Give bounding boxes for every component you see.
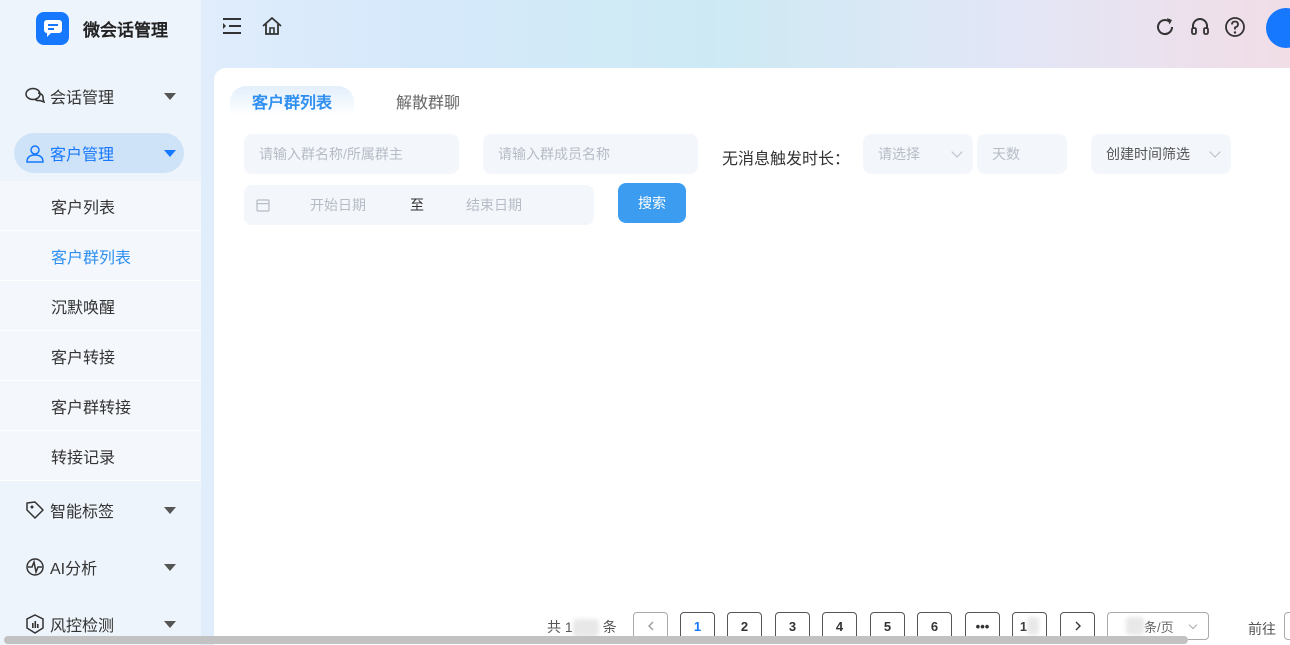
create-time-filter-label: 创建时间筛选 [1106,146,1190,162]
ai-analysis-icon [24,556,46,578]
menu-customer-management[interactable]: 客户管理 [14,133,184,173]
member-name-input[interactable]: 请输入群成员名称 [483,134,698,174]
duration-select[interactable]: 请选择 [863,134,973,174]
date-range-separator: 至 [410,197,424,213]
caret-down-icon [164,563,176,571]
page-size-label: 条/页 [1144,619,1174,635]
topbar-right [1153,15,1258,39]
select-placeholder: 请选择 [878,146,920,162]
menu-label: 客户管理 [50,147,115,164]
headset-icon[interactable] [1188,15,1212,39]
menu-smart-tags[interactable]: 智能标签 [14,490,184,530]
goto-page-input[interactable] [1284,612,1290,640]
horizontal-scrollbar[interactable] [4,636,1188,644]
tab-customer-group-list[interactable]: 客户群列表 [230,86,355,116]
caret-down-icon [164,506,176,514]
tab-disband-group[interactable]: 解散群聊 [374,86,482,116]
menu-label: 会话管理 [50,90,115,107]
main-panel: 客户群列表 解散群聊 请输入群名称/所属群主 请输入群成员名称 无消息触发时长：… [214,68,1290,645]
brand: 微会话管理 [36,10,168,46]
refresh-icon[interactable] [1153,15,1177,39]
user-icon [24,142,46,164]
submenu-group-transfer[interactable]: 客户群转接 [0,381,201,431]
menu-label: 风控检测 [50,618,115,635]
customer-submenu: 客户列表 客户群列表 沉默唤醒 客户转接 客户群转接 转接记录 [0,181,201,481]
brand-logo-icon [36,11,69,45]
home-icon[interactable] [260,14,284,38]
group-name-input[interactable]: 请输入群名称/所属群主 [244,134,459,174]
calendar-icon [256,198,270,212]
app-title: 微会话管理 [83,20,168,40]
search-button[interactable]: 搜索 [618,183,686,223]
chevron-down-icon [1188,620,1198,630]
tag-icon [24,499,46,521]
chevron-down-icon [1209,146,1221,158]
blurred-page-size [1126,617,1144,635]
submenu-customer-list[interactable]: 客户列表 [0,181,201,231]
no-message-duration-label: 无消息触发时长： [722,151,851,168]
menu-label: 智能标签 [50,504,115,521]
total-suffix: 条 [602,619,617,635]
caret-down-icon [164,149,176,157]
menu-collapse-icon[interactable] [220,14,244,38]
last-page-label: 1 [1019,618,1028,634]
avatar[interactable] [1266,8,1290,48]
topbar-left [220,14,300,38]
menu-label: AI分析 [50,561,98,578]
sidebar: 微会话管理 会话管理 客户管理 客户列表 客户群列表 沉默唤醒 客户转接 客户群… [0,0,201,645]
shield-icon [24,613,46,635]
create-time-filter-select[interactable]: 创建时间筛选 [1091,134,1231,174]
caret-down-icon [164,620,176,628]
submenu-transfer-records[interactable]: 转接记录 [0,431,201,481]
date-range-picker[interactable]: 开始日期 至 结束日期 [244,185,594,225]
submenu-silent-wakeup[interactable]: 沉默唤醒 [0,281,201,331]
total-prefix: 共 1 [547,619,573,635]
submenu-customer-group-list[interactable]: 客户群列表 [0,231,201,281]
submenu-customer-transfer[interactable]: 客户转接 [0,331,201,381]
end-date-input[interactable]: 结束日期 [466,195,522,215]
start-date-input[interactable]: 开始日期 [310,195,366,215]
help-icon[interactable] [1223,15,1247,39]
chat-icon [24,85,46,107]
days-input[interactable]: 天数 [977,134,1067,174]
chevron-down-icon [951,146,963,158]
blurred-page-number [1027,617,1040,635]
goto-label: 前往 [1248,621,1276,637]
blurred-count [572,619,599,638]
caret-down-icon [164,92,176,100]
menu-session-management[interactable]: 会话管理 [14,76,184,116]
menu-ai-analysis[interactable]: AI分析 [14,547,184,587]
